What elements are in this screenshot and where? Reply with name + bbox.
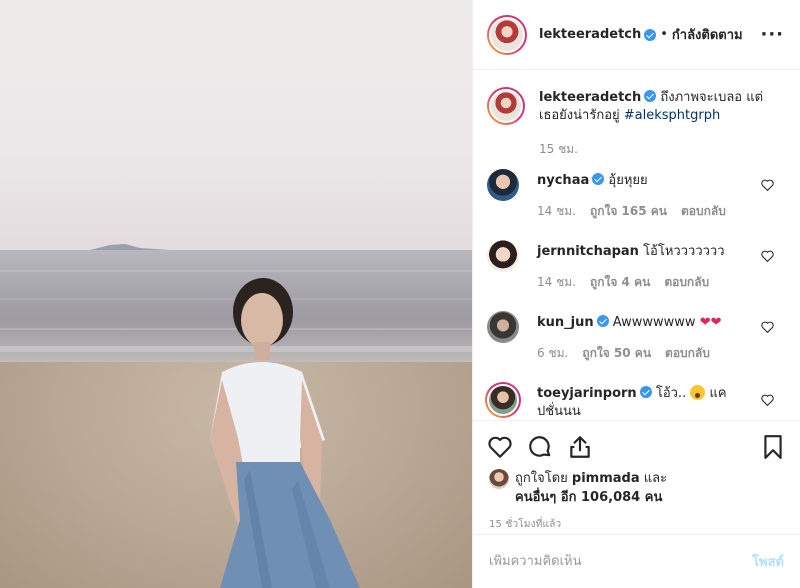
like-heart-icon[interactable] [487,434,513,460]
add-comment-bar: โพสต์ [473,534,800,588]
separator-dot: • [660,27,668,42]
verified-badge-icon [644,28,657,41]
comment-time: 14 ชม. [537,275,576,289]
comment-avatar[interactable] [487,169,519,201]
caption-avatar[interactable] [487,87,525,125]
post-side-panel: lekteeradetch • กำลังติดตาม ··· lekteera… [472,0,800,588]
verified-badge-icon [596,315,609,327]
comment-likes[interactable]: ถูกใจ 50 คน [582,344,651,362]
comment-item: nycha​a อุ้ยหุยย 14 ชม. ถูกใจ 165 คน ตอบ… [487,169,800,220]
likes-summary: ถูกใจโดย pimmada และ คนอื่นๆ อีก 106,084… [473,461,800,507]
comment-text: โอ้ว.. [655,386,687,401]
verified-badge-icon [592,173,605,185]
author-avatar[interactable] [487,14,527,55]
following-button[interactable]: กำลังติดตาม [672,24,743,45]
comment-likes[interactable]: ถูกใจ 4 คน [590,273,650,291]
heart-emoji-icon: ❤ [710,315,722,330]
comment-text-continued: ปชั่นนน [537,404,581,419]
comment-time: 6 ชม. [537,346,569,360]
post-header: lekteeradetch • กำลังติดตาม ··· [473,0,800,70]
post-actions: ถูกใจโดย pimmada และ คนอื่นๆ อีก 106,084… [473,420,800,588]
comment-avatar[interactable] [487,240,519,272]
author-username[interactable]: lekteeradetch [539,27,641,42]
comments-list[interactable]: lekteeradetch ถึงภาพจะเบลอ แต่เธอยังน่าร… [473,71,800,420]
comment-likes[interactable]: ถูกใจ 165 คน [590,202,667,220]
comment-username[interactable]: toeyjarinporn [537,386,637,401]
verified-badge-icon [644,90,657,102]
comment-item: toeyjarinporn โอ้ว.. แค ปชั่นนน [485,382,800,420]
share-upload-icon[interactable] [567,434,593,460]
post-photo[interactable] [0,0,472,588]
heart-emoji-icon: ❤ [699,315,711,330]
comment-username[interactable]: kun_jun [537,315,594,330]
reply-button[interactable]: ตอบกลับ [681,202,726,220]
post-comment-button[interactable]: โพสต์ [752,551,784,572]
caption-hashtag[interactable]: #aleksphtgrph [624,108,720,123]
comment-avatar[interactable] [485,382,521,418]
more-options-icon[interactable]: ··· [760,24,784,45]
like-comment-heart-icon[interactable] [761,321,774,333]
comment-meta: 6 ชม. ถูกใจ 50 คน ตอบกลับ [537,344,767,362]
comment-username[interactable]: jernnitchapan [537,244,639,259]
like-comment-heart-icon[interactable] [761,250,774,262]
photo-person [210,278,360,588]
instagram-post: lekteeradetch • กำลังติดตาม ··· lekteera… [0,0,800,588]
astonished-emoji-icon [690,385,706,400]
comment-username[interactable]: nycha​a [537,173,589,188]
verified-badge-icon [639,386,652,398]
liker-avatar[interactable] [489,469,509,489]
liker-username[interactable]: pimmada [572,471,640,486]
likes-others-link[interactable]: คนอื่นๆ อีก 106,084 คน [515,490,662,505]
comment-text: โอ้โหววววววว [643,244,725,259]
add-comment-input[interactable] [489,554,753,569]
likes-count: 106,084 [581,490,641,505]
save-bookmark-icon[interactable] [760,434,786,460]
likes-prefix: ถูกใจโดย [515,471,568,486]
comment-text: Awwwwwww [612,315,696,330]
comment-time: 14 ชม. [537,204,576,218]
comment-text-continued: แค [709,386,727,401]
comment-item: kun_jun Awwwwwww ❤❤ 6 ชม. ถูกใจ 50 คน ตอ… [487,311,800,362]
like-comment-heart-icon[interactable] [761,179,774,191]
like-comment-heart-icon[interactable] [761,394,774,406]
caption: lekteeradetch ถึงภาพจะเบลอ แต่เธอยังน่าร… [487,87,800,125]
comment-bubble-icon[interactable] [527,434,553,460]
reply-button[interactable]: ตอบกลับ [664,273,709,291]
comment-meta: 14 ชม. ถูกใจ 165 คน ตอบกลับ [537,202,767,220]
comment-avatar[interactable] [487,311,519,343]
reply-button[interactable]: ตอบกลับ [665,344,710,362]
action-icons [473,421,800,461]
caption-time: 15 ชม. [539,142,578,156]
comment-meta: 14 ชม. ถูกใจ 4 คน ตอบกลับ [537,273,767,291]
comment-text: อุ้ยหุยย [608,173,648,188]
comment-item: jernnitchapan โอ้โหววววววว 14 ชม. ถูกใจ … [487,240,800,291]
likes-and: และ [643,471,668,486]
author-info: lekteeradetch • กำลังติดตาม [539,24,743,45]
post-time-ago[interactable]: 15 ชั่วโมงที่แล้ว [473,507,800,532]
caption-username[interactable]: lekteeradetch [539,90,641,105]
